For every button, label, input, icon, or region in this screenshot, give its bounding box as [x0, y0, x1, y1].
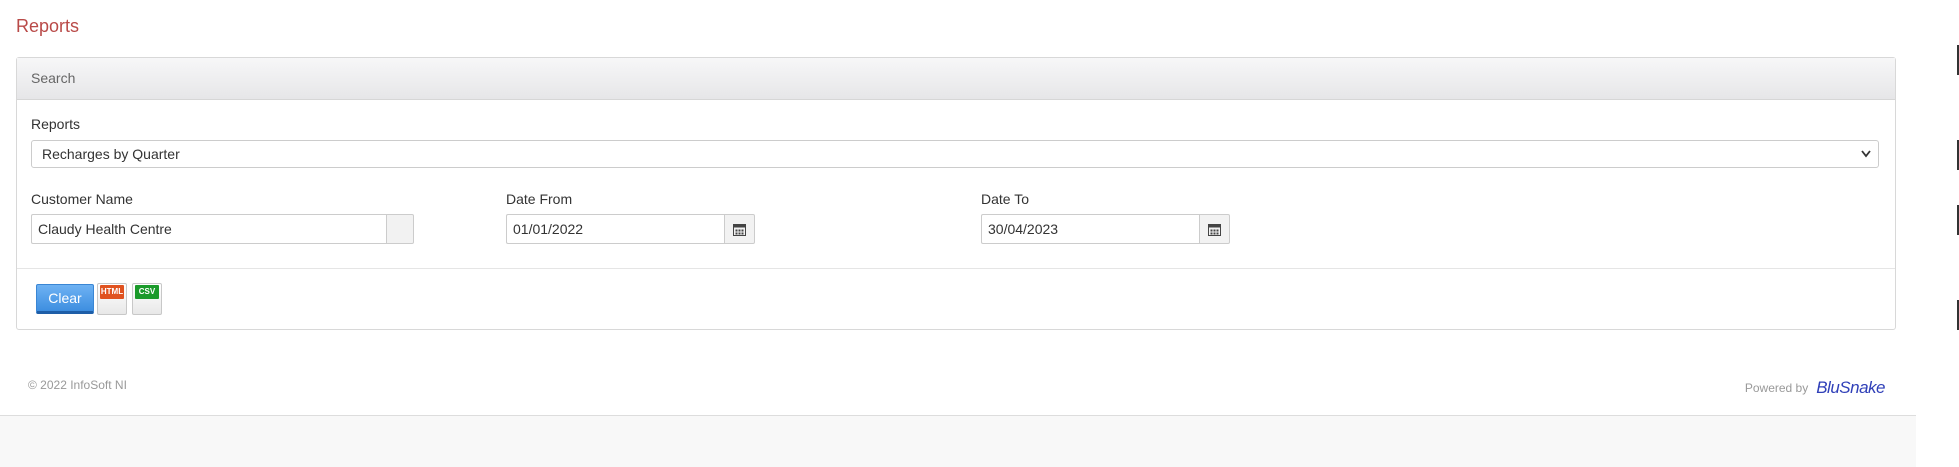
search-panel-heading: Search: [17, 58, 1895, 100]
html-file-icon: HTML: [100, 285, 124, 299]
export-html-button[interactable]: HTML: [97, 283, 127, 315]
date-from-label: Date From: [506, 191, 573, 207]
calendar-icon: [733, 223, 746, 236]
date-from-calendar-button[interactable]: [724, 214, 755, 244]
chevron-down-icon: [1861, 150, 1871, 158]
customer-lookup-button[interactable]: [386, 214, 414, 244]
blusnake-logo[interactable]: BluSnake: [1816, 378, 1885, 398]
customer-name-group: Claudy Health Centre: [31, 214, 414, 244]
reports-page: Reports Search Reports Recharges by Quar…: [0, 0, 1959, 467]
date-to-input[interactable]: 30/04/2023: [981, 214, 1199, 244]
customer-name-label: Customer Name: [31, 191, 133, 207]
date-to-calendar-button[interactable]: [1199, 214, 1230, 244]
export-csv-button[interactable]: CSV: [132, 283, 162, 315]
date-to-label: Date To: [981, 191, 1029, 207]
date-from-group: 01/01/2022: [506, 214, 755, 244]
reports-label: Reports: [31, 116, 81, 132]
clear-button[interactable]: Clear: [36, 284, 94, 314]
reports-select-value: Recharges by Quarter: [42, 146, 180, 162]
customer-name-input[interactable]: Claudy Health Centre: [31, 214, 386, 244]
footer-band: [0, 415, 1916, 467]
footer-copyright: © 2022 InfoSoft NI: [28, 378, 127, 392]
panel-divider: [17, 268, 1895, 269]
calendar-icon: [1208, 223, 1221, 236]
powered-by-label: Powered by: [1744, 381, 1809, 395]
date-to-group: 30/04/2023: [981, 214, 1230, 244]
page-title: Reports: [16, 16, 80, 36]
reports-select[interactable]: Recharges by Quarter: [31, 140, 1879, 168]
csv-file-icon: CSV: [135, 285, 159, 299]
footer-powered-by: Powered by BluSnake: [1744, 378, 1886, 398]
date-from-input[interactable]: 01/01/2022: [506, 214, 724, 244]
search-panel: Search Reports Recharges by Quarter Cust…: [16, 57, 1896, 330]
